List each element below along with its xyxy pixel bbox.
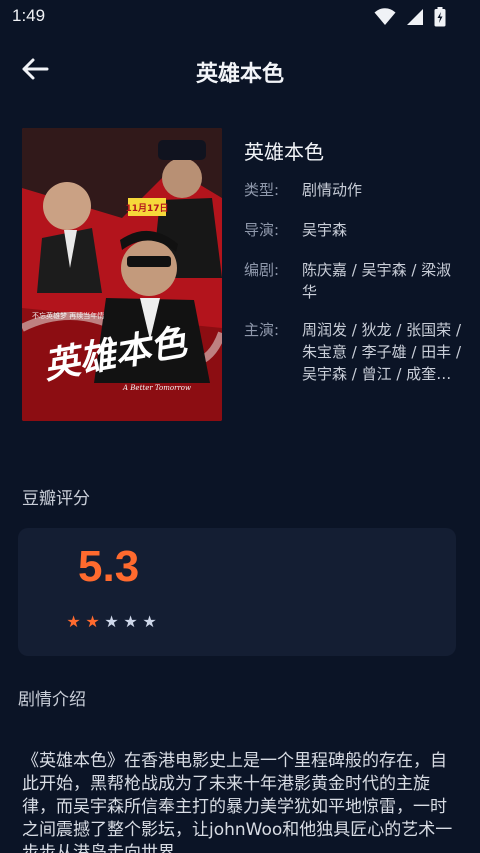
writer-value: 陈庆嘉 / 吴宇森 / 梁淑华 [302,261,452,301]
genre-label: 类型: [244,181,280,199]
top-bar: 英雄本色 [0,34,480,104]
status-time: 1:49 [12,6,46,25]
rating-card: 5.3 ★ ★ ★ ★ ★ [18,528,456,656]
poster-date-tag: 11月17日 [125,203,168,214]
info-row-cast: 主演: 周润发 / 狄龙 / 张国荣 / 朱宝意 / 李子雄 / 田丰 / 吴宇… [244,319,464,385]
info-row-writer: 编剧: 陈庆嘉 / 吴宇森 / 梁淑华 [244,259,464,303]
battery-icon [434,7,446,31]
director-value: 吴宇森 [302,221,348,239]
info-row-director: 导演: 吴宇森 [244,219,464,241]
poster-english-title: A Better Tomorrow [122,384,191,392]
movie-title: 英雄本色 [244,140,324,164]
poster-tagline: 不忘英雄梦 再续当年情 [32,311,104,320]
star-icon: ★ [66,612,81,631]
star-icon: ★ [104,612,119,631]
star-rating: ★ ★ ★ ★ ★ [66,612,157,631]
status-icons [374,7,446,31]
genre-value: 剧情动作 [302,181,363,199]
info-row-genre: 类型: 剧情动作 [244,179,464,201]
star-icon: ★ [142,612,157,631]
director-label: 导演: [244,221,280,239]
status-bar: 1:49 [0,0,480,34]
rating-section-label: 豆瓣评分 [22,489,90,509]
rating-score: 5.3 [78,542,140,591]
synopsis-section-label: 剧情介绍 [18,690,86,710]
cast-value: 周润发 / 狄龙 / 张国荣 / 朱宝意 / 李子雄 / 田丰 / 吴宇森 / … [302,321,462,383]
synopsis-text: 《英雄本色》在香港电影史上是一个里程碑般的存在，自此开始，黑帮枪战成为了未来十年… [22,751,453,853]
signal-icon [406,8,424,30]
cast-label: 主演: [244,321,280,339]
star-icon: ★ [85,612,100,631]
movie-poster: 11月17日 英雄本色 A Better Tomorrow 不忘英雄梦 再续当年… [22,128,222,421]
star-icon: ★ [123,612,138,631]
page-title: 英雄本色 [195,62,284,87]
wifi-icon [374,8,396,30]
writer-label: 编剧: [244,261,280,279]
